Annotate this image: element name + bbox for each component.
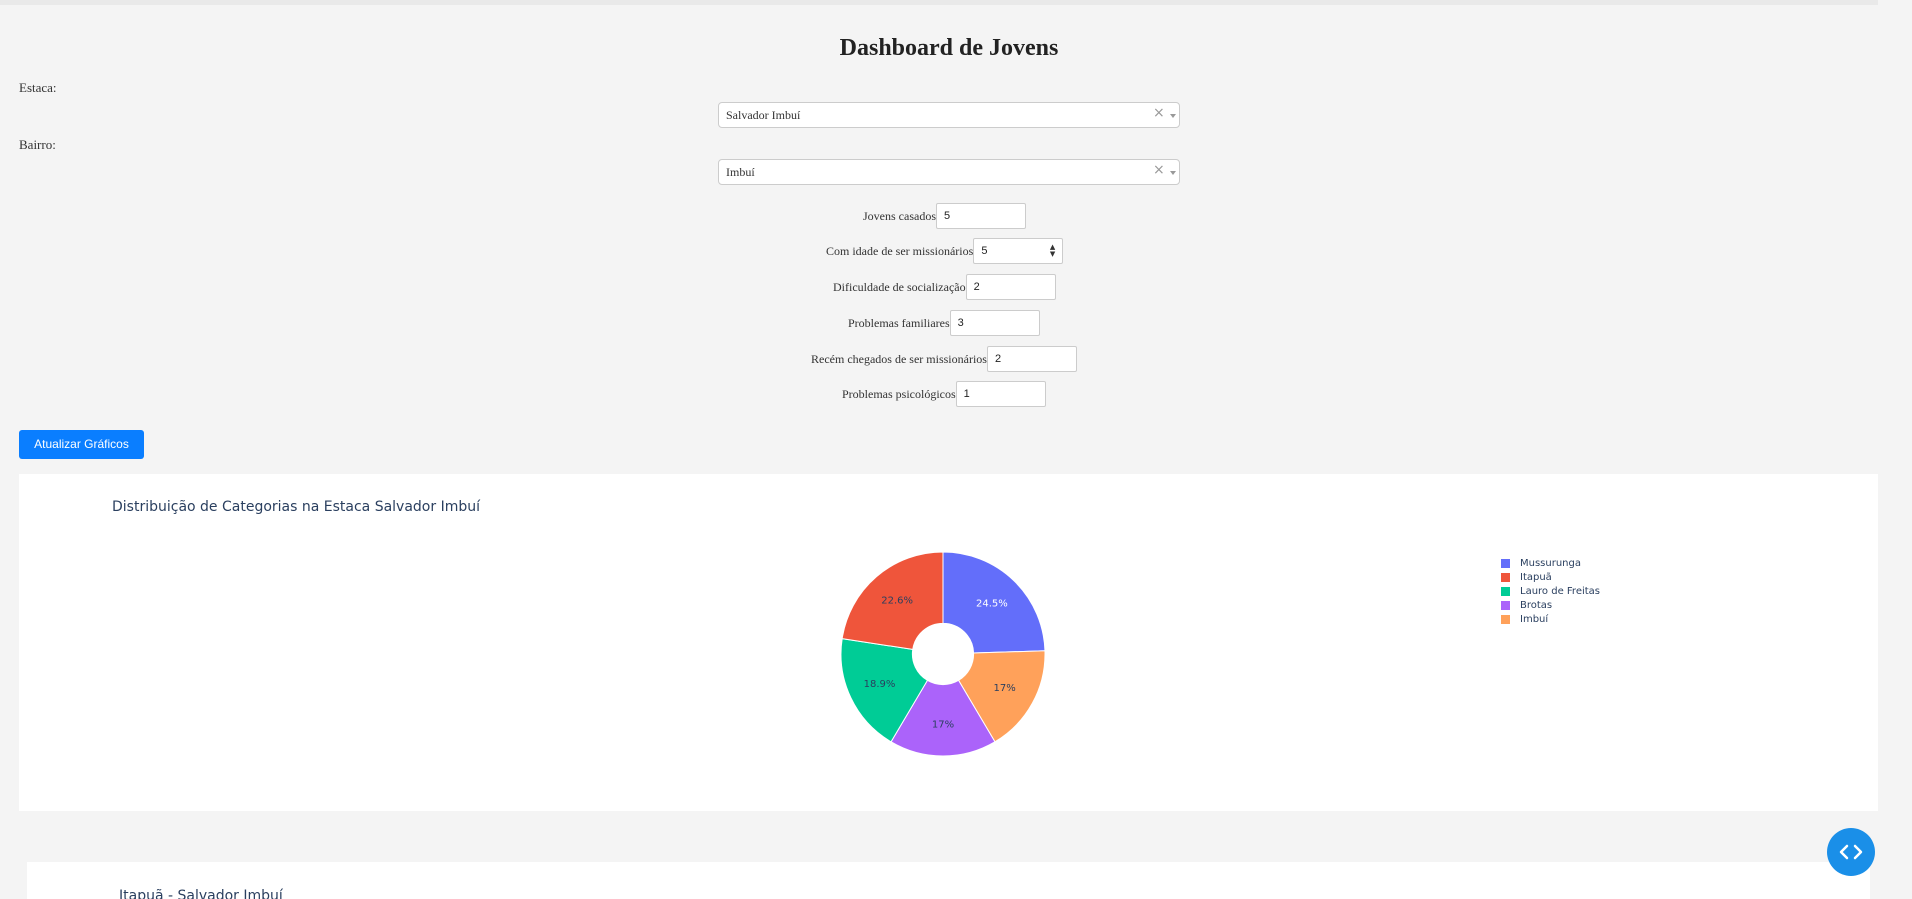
legend-swatch (1501, 558, 1510, 568)
pie-chart[interactable]: 24.5% 17% 17% 18.9% 22.6% (19, 474, 1878, 811)
legend-label: Lauro de Freitas (1520, 585, 1601, 597)
estaca-selected-value: Salvador Imbuí (726, 108, 801, 122)
legend-swatch (1501, 572, 1510, 582)
field-jovens-casados: Jovens casados 5 (863, 203, 1026, 229)
scrollbar-thumb[interactable] (1890, 10, 1900, 310)
legend-label: Itapuã (1520, 571, 1552, 583)
pie-slice-label: 17% (932, 719, 954, 730)
field-idade-missionarios: Com idade de ser missionários 5 ▲ ▼ (826, 238, 1064, 264)
recem-chegados-input[interactable]: 2 (986, 346, 1077, 372)
pie-slice-label: 22.6% (881, 596, 913, 607)
legend-label: Imbuí (1520, 613, 1549, 625)
field-recem-chegados: Recém chegados de ser missionários 2 (811, 346, 1077, 372)
chart-legend[interactable]: Mussurunga Itapuã Lauro de Freitas Brotas Im… (1501, 556, 1600, 626)
chevron-down-icon[interactable] (1170, 114, 1176, 118)
field-socializacao: Dificuldade de socialização 2 (833, 274, 1056, 300)
legend-label: Brotas (1520, 599, 1553, 611)
clear-icon[interactable]: × (1153, 105, 1165, 121)
page: Dashboard de Jovens Estaca: Salvador Imb… (0, 5, 1878, 899)
chart-title: Itapuã - Salvador Imbuí (119, 888, 283, 899)
bairro-label: Bairro: (19, 137, 56, 152)
field-problemas-familiares: Problemas familiares 3 (848, 310, 1040, 336)
chart-card-2: Itapuã - Salvador Imbuí (27, 862, 1870, 899)
field-problemas-psicologicos: Problemas psicológicos 1 (842, 381, 1046, 407)
pie-slice-label: 24.5% (976, 599, 1008, 610)
field-label: Recém chegados de ser missionários (811, 351, 987, 366)
estaca-label: Estaca: (19, 80, 57, 95)
legend-swatch (1501, 586, 1510, 596)
problemas-psicologicos-input[interactable]: 1 (955, 381, 1046, 407)
bairro-selected-value: Imbuí (726, 165, 755, 179)
legend-item[interactable]: Itapuã (1501, 570, 1600, 584)
clear-icon[interactable]: × (1153, 162, 1165, 178)
legend-swatch (1501, 600, 1510, 610)
field-label: Com idade de ser missionários (826, 243, 974, 258)
legend-swatch (1501, 614, 1510, 624)
socializacao-input[interactable]: 2 (965, 274, 1056, 300)
update-charts-button[interactable]: Atualizar Gráficos (19, 430, 144, 459)
legend-item[interactable]: Lauro de Freitas (1501, 584, 1600, 598)
code-icon (1839, 844, 1863, 860)
field-label: Jovens casados (863, 208, 936, 223)
field-label: Problemas psicológicos (842, 386, 956, 401)
legend-item[interactable]: Imbuí (1501, 612, 1600, 626)
field-label: Problemas familiares (848, 315, 950, 330)
bairro-dropdown[interactable]: Imbuí × (718, 159, 1180, 185)
field-label: Dificuldade de socialização (833, 279, 966, 294)
estaca-dropdown[interactable]: Salvador Imbuí × (718, 102, 1180, 128)
legend-label: Mussurunga (1520, 557, 1581, 569)
jovens-casados-input[interactable]: 5 (935, 203, 1026, 229)
pie-slice-label: 18.9% (864, 679, 896, 690)
problemas-familiares-input[interactable]: 3 (949, 310, 1040, 336)
scrollbar[interactable] (1878, 0, 1912, 899)
pie-slice-label: 17% (993, 683, 1015, 694)
chevron-down-icon[interactable] (1170, 171, 1176, 175)
code-toggle-button[interactable] (1827, 828, 1875, 876)
chart-card: Distribuição de Categorias na Estaca Sal… (19, 474, 1878, 811)
legend-item[interactable]: Mussurunga (1501, 556, 1600, 570)
legend-item[interactable]: Brotas (1501, 598, 1600, 612)
idade-missionarios-input[interactable]: 5 ▲ ▼ (973, 238, 1064, 264)
page-title: Dashboard de Jovens (839, 35, 1059, 61)
spinner-icon[interactable]: ▲ ▼ (1050, 244, 1055, 258)
